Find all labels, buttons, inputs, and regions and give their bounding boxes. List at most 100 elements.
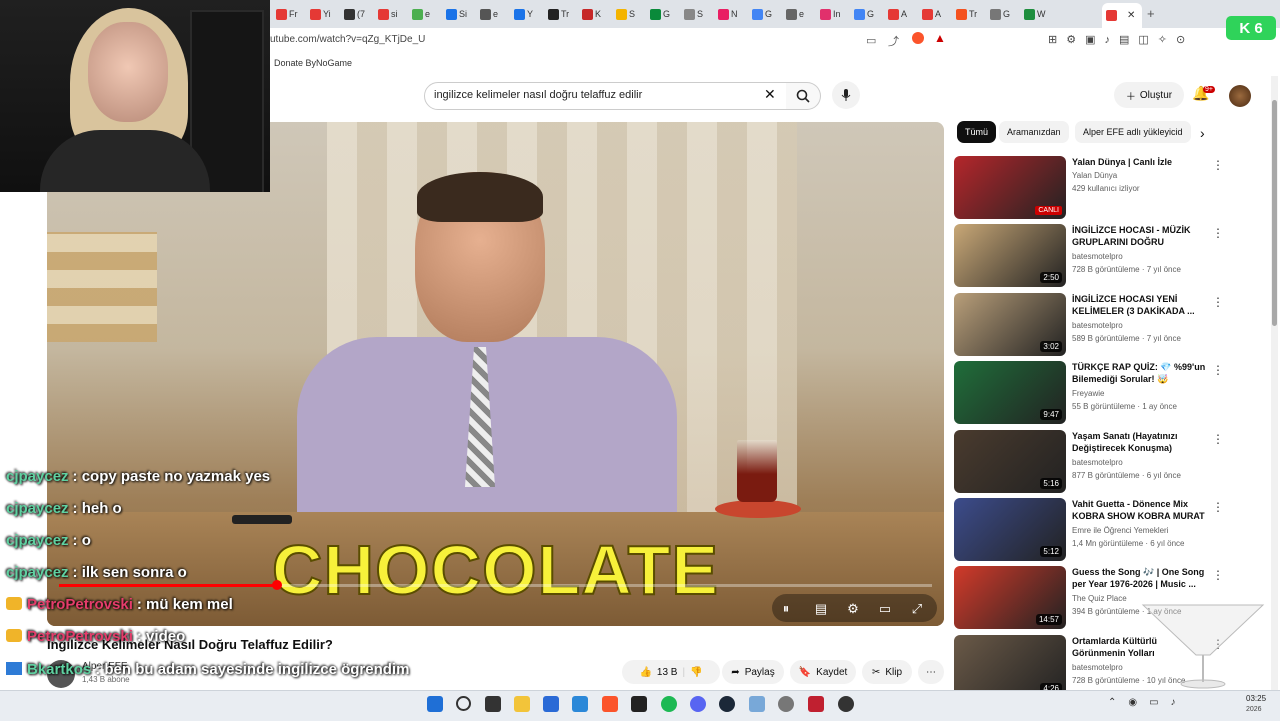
browser-tab[interactable]: (7 bbox=[344, 4, 372, 24]
scrollbar-thumb[interactable] bbox=[1272, 100, 1277, 326]
recommendation-item[interactable]: 3:02 İNGİLİZCE HOCASI YENİ KELİMELER (3 D… bbox=[954, 292, 1264, 357]
brave-icon[interactable] bbox=[602, 696, 618, 712]
recommendation-thumbnail[interactable]: 2:50 bbox=[954, 224, 1066, 288]
recommendation-channel[interactable]: The Quiz Place bbox=[1072, 594, 1127, 603]
recording-app-icon[interactable] bbox=[838, 696, 854, 712]
browser-tab[interactable]: A bbox=[922, 4, 950, 24]
recommendation-channel[interactable]: Emre ile Öğrenci Yemekleri bbox=[1072, 526, 1168, 535]
autoplay-toggle-icon[interactable]: ⏸ bbox=[775, 598, 797, 620]
recommendation-channel[interactable]: batesmotelpro bbox=[1072, 252, 1123, 261]
search-button[interactable] bbox=[786, 82, 821, 110]
share-icon[interactable]: ⤴ bbox=[888, 33, 899, 49]
voice-search-button[interactable] bbox=[832, 81, 860, 109]
recommendation-thumbnail[interactable]: 5:12 bbox=[954, 498, 1066, 561]
recommendation-item[interactable]: 5:12 Vahit Guetta - Dönence Mix KOBRA SHO… bbox=[954, 498, 1264, 562]
settings-gear-icon[interactable]: ⚙ bbox=[842, 598, 864, 620]
new-tab-icon[interactable]: + bbox=[1147, 6, 1155, 21]
clear-search-icon[interactable]: ✕ bbox=[764, 86, 776, 103]
more-options-icon[interactable]: ⋮ bbox=[1212, 500, 1224, 514]
recommendation-title[interactable]: Yaşam Sanatı (Hayatınızı Değiştirecek Ko… bbox=[1072, 430, 1212, 454]
more-options-icon[interactable]: ⋮ bbox=[1212, 295, 1224, 309]
store-icon[interactable] bbox=[543, 696, 559, 712]
browser-tab[interactable]: G bbox=[854, 4, 882, 24]
recommendation-title[interactable]: Guess the Song 🎶 | One Song per Year 197… bbox=[1072, 566, 1212, 590]
save-button[interactable]: 🔖 Kaydet bbox=[790, 660, 856, 684]
recommendation-item[interactable]: 5:16 Yaşam Sanatı (Hayatınızı Değiştirece… bbox=[954, 429, 1264, 494]
browser-tab[interactable]: S bbox=[616, 4, 644, 24]
more-options-icon[interactable]: ⋮ bbox=[1212, 363, 1224, 377]
browser-tab[interactable]: A bbox=[888, 4, 916, 24]
browser-tab[interactable]: Yi bbox=[310, 4, 338, 24]
settings-app-icon[interactable] bbox=[778, 696, 794, 712]
rewards-icon[interactable]: ▲ bbox=[934, 31, 946, 45]
more-options-icon[interactable]: ⋮ bbox=[1212, 568, 1224, 582]
recommendation-thumbnail[interactable]: 9:47 bbox=[954, 361, 1066, 425]
more-actions-icon[interactable]: ⋯ bbox=[918, 660, 944, 684]
browser-tab[interactable]: Si bbox=[446, 4, 474, 24]
fullscreen-icon[interactable]: ⤢ bbox=[906, 598, 928, 620]
brave-shield-icon[interactable] bbox=[912, 32, 924, 44]
recommendation-channel[interactable]: batesmotelpro bbox=[1072, 321, 1123, 330]
recommendation-thumbnail[interactable]: CANLI bbox=[954, 156, 1066, 219]
clip-button[interactable]: ✂ Klip bbox=[862, 660, 912, 684]
steam-icon[interactable] bbox=[719, 696, 735, 712]
spotify-icon[interactable] bbox=[661, 696, 677, 712]
obs-icon[interactable] bbox=[808, 696, 824, 712]
create-button[interactable]: ＋ Oluştur bbox=[1114, 82, 1184, 108]
filter-chip[interactable]: Aramanızdan bbox=[999, 121, 1069, 143]
system-tray-icons[interactable]: ⌃◉▭♪ bbox=[1108, 697, 1188, 708]
more-options-icon[interactable]: ⋮ bbox=[1212, 432, 1224, 446]
browser-tab[interactable]: G bbox=[650, 4, 678, 24]
recommendation-channel[interactable]: batesmotelpro bbox=[1072, 458, 1123, 467]
filter-chip[interactable]: Alper EFE adlı yükleyicid bbox=[1075, 121, 1191, 143]
account-avatar[interactable] bbox=[1229, 85, 1251, 107]
theater-mode-icon[interactable]: ▭ bbox=[874, 598, 896, 620]
taskbar-search-icon[interactable] bbox=[456, 696, 471, 711]
browser-tab[interactable]: G bbox=[752, 4, 780, 24]
browser-tab[interactable]: K bbox=[582, 4, 610, 24]
search-input[interactable]: ingilizce kelimeler nasıl doğru telaffuz… bbox=[434, 89, 642, 101]
active-browser-tab[interactable]: ✕ bbox=[1102, 3, 1142, 28]
browser-tab[interactable]: Tr bbox=[956, 4, 984, 24]
recommendation-thumbnail[interactable]: 14:57 bbox=[954, 566, 1066, 630]
browser-tab[interactable]: N bbox=[718, 4, 746, 24]
more-options-icon[interactable]: ⋮ bbox=[1212, 158, 1224, 172]
recommendation-channel[interactable]: Freyawie bbox=[1072, 389, 1104, 398]
browser-tab[interactable]: e bbox=[786, 4, 814, 24]
thumbs-up-icon[interactable]: 👍 bbox=[639, 667, 651, 678]
recommendation-title[interactable]: İNGİLİZCE HOCASI - MÜZİK GRUPLARINI DOĞR… bbox=[1072, 224, 1212, 250]
recommendation-item[interactable]: 2:50 İNGİLİZCE HOCASI - MÜZİK GRUPLARINI … bbox=[954, 224, 1264, 288]
browser-tab[interactable]: W bbox=[1024, 4, 1052, 24]
clock-date[interactable]: 2026 bbox=[1246, 706, 1262, 713]
filter-chip[interactable]: Tümü bbox=[957, 121, 997, 143]
browser-tab[interactable]: e bbox=[412, 4, 440, 24]
recommendation-thumbnail[interactable]: 3:02 bbox=[954, 292, 1066, 356]
progress-bar[interactable] bbox=[59, 584, 932, 587]
browser-tab[interactable]: S bbox=[684, 4, 712, 24]
outlook-icon[interactable] bbox=[572, 696, 588, 712]
extensions-icons[interactable]: ⊞⚙▣♪▤◫✧⊙ bbox=[1048, 33, 1194, 46]
clock-time[interactable]: 03:25 bbox=[1246, 694, 1266, 703]
task-view-icon[interactable] bbox=[485, 696, 501, 712]
recommendation-item[interactable]: 9:47 TÜRKÇE RAP QUİZ: 💎 %99'un Bilemediği… bbox=[954, 361, 1264, 425]
recommendation-thumbnail[interactable]: 4:26 bbox=[954, 634, 1066, 698]
browser-tab[interactable]: Tr bbox=[548, 4, 576, 24]
share-button[interactable]: ➦ Paylaş bbox=[722, 660, 784, 684]
recommendation-title[interactable]: İNGİLİZCE HOCASI YENİ KELİMELER (3 DAKİK… bbox=[1072, 293, 1212, 317]
cast-icon[interactable]: ▭ bbox=[866, 34, 876, 47]
video-player[interactable]: CHOCOLATE ⏸ ▤ ⚙ ▭ ⤢ bbox=[47, 122, 944, 626]
url-text[interactable]: utube.com/watch?v=qZg_KTjDe_U bbox=[270, 34, 425, 45]
recommendation-item[interactable]: CANLI Yalan Dünya | Canlı İzle Yalan Dünya… bbox=[954, 156, 1264, 220]
bookmark-item[interactable]: Donate ByNoGame bbox=[274, 58, 352, 68]
like-dislike-group[interactable]: 👍 13 B | 👎 bbox=[622, 660, 720, 684]
browser-tab[interactable]: Fr bbox=[276, 4, 304, 24]
recommendation-title[interactable]: Vahit Guetta - Dönence Mix KOBRA SHOW KO… bbox=[1072, 498, 1212, 522]
chevron-right-icon[interactable]: › bbox=[1200, 125, 1205, 141]
discord-icon[interactable] bbox=[690, 696, 706, 712]
thumbs-down-icon[interactable]: 👎 bbox=[690, 667, 702, 678]
browser-tab[interactable]: e bbox=[480, 4, 508, 24]
browser-tab[interactable]: G bbox=[990, 4, 1018, 24]
photos-icon[interactable] bbox=[749, 696, 765, 712]
file-explorer-icon[interactable] bbox=[514, 696, 530, 712]
browser-tab[interactable]: Y bbox=[514, 4, 542, 24]
